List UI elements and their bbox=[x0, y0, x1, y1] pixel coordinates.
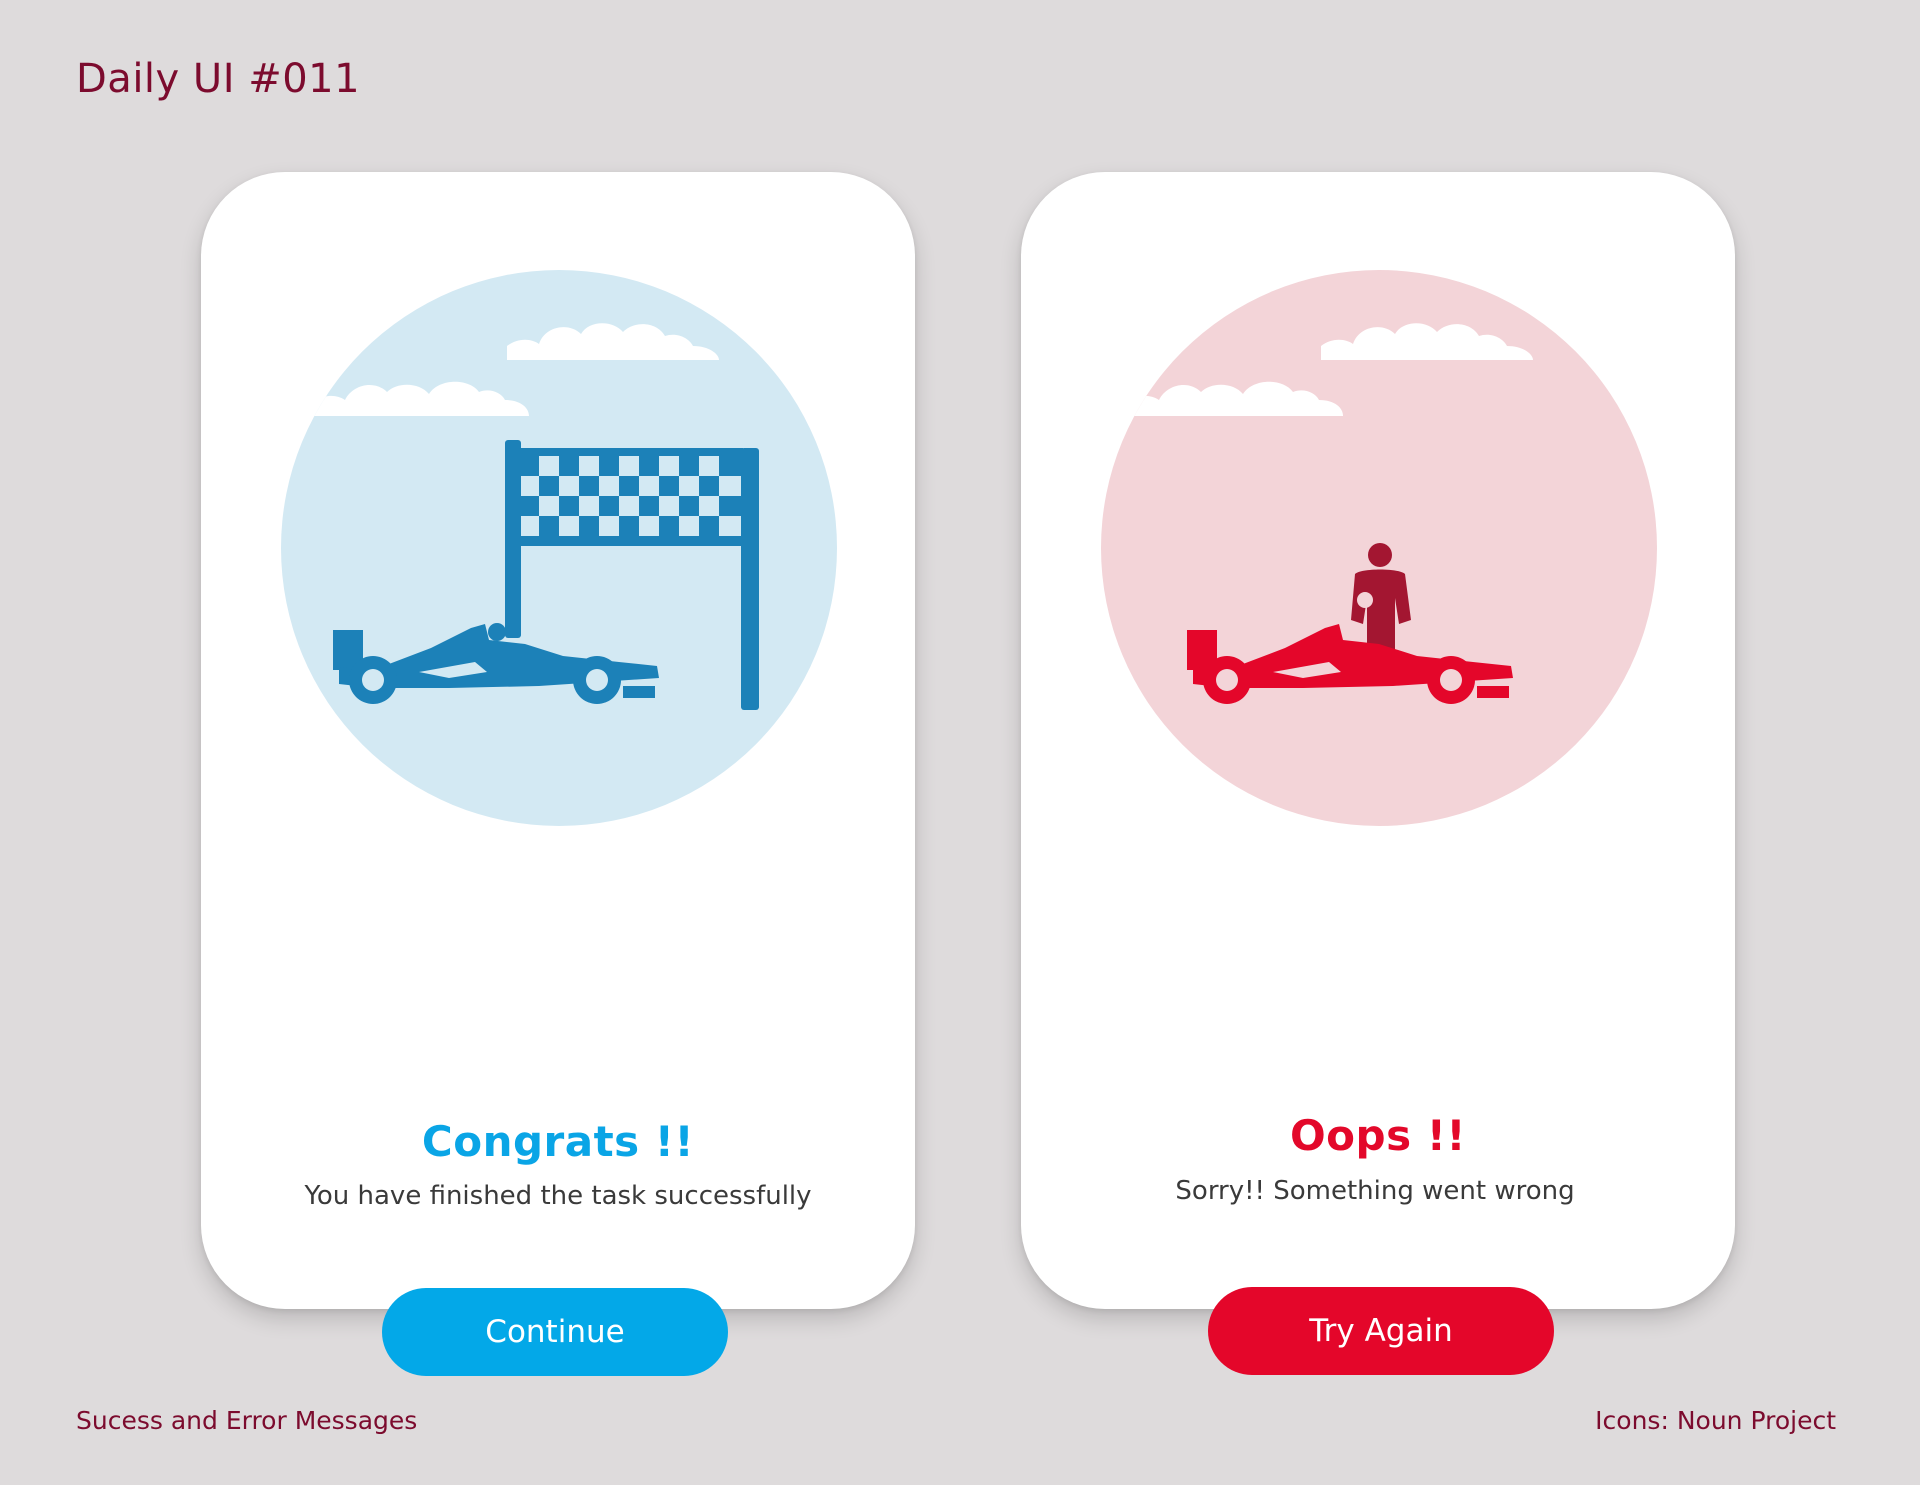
try-again-button[interactable]: Try Again bbox=[1208, 1287, 1554, 1375]
success-message: You have finished the task successfully bbox=[304, 1181, 812, 1211]
success-illustration bbox=[279, 268, 839, 828]
error-message: Sorry!! Something went wrong bbox=[1175, 1176, 1575, 1206]
success-title: Congrats !! bbox=[421, 1117, 695, 1166]
footer-caption: Sucess and Error Messages bbox=[76, 1406, 418, 1435]
race-car-driver-icon bbox=[1101, 270, 1657, 826]
error-card: Oops !! Sorry!! Something went wrong Try… bbox=[1021, 172, 1735, 1375]
error-illustration bbox=[1099, 268, 1659, 828]
race-car-finish-line-icon bbox=[281, 270, 837, 826]
success-card: Congrats !! You have finished the task s… bbox=[201, 172, 915, 1376]
continue-button[interactable]: Continue bbox=[382, 1288, 728, 1376]
error-title: Oops !! bbox=[1289, 1111, 1467, 1160]
footer-credits: Icons: Noun Project bbox=[1595, 1406, 1836, 1435]
page-title: Daily UI #011 bbox=[76, 56, 361, 102]
